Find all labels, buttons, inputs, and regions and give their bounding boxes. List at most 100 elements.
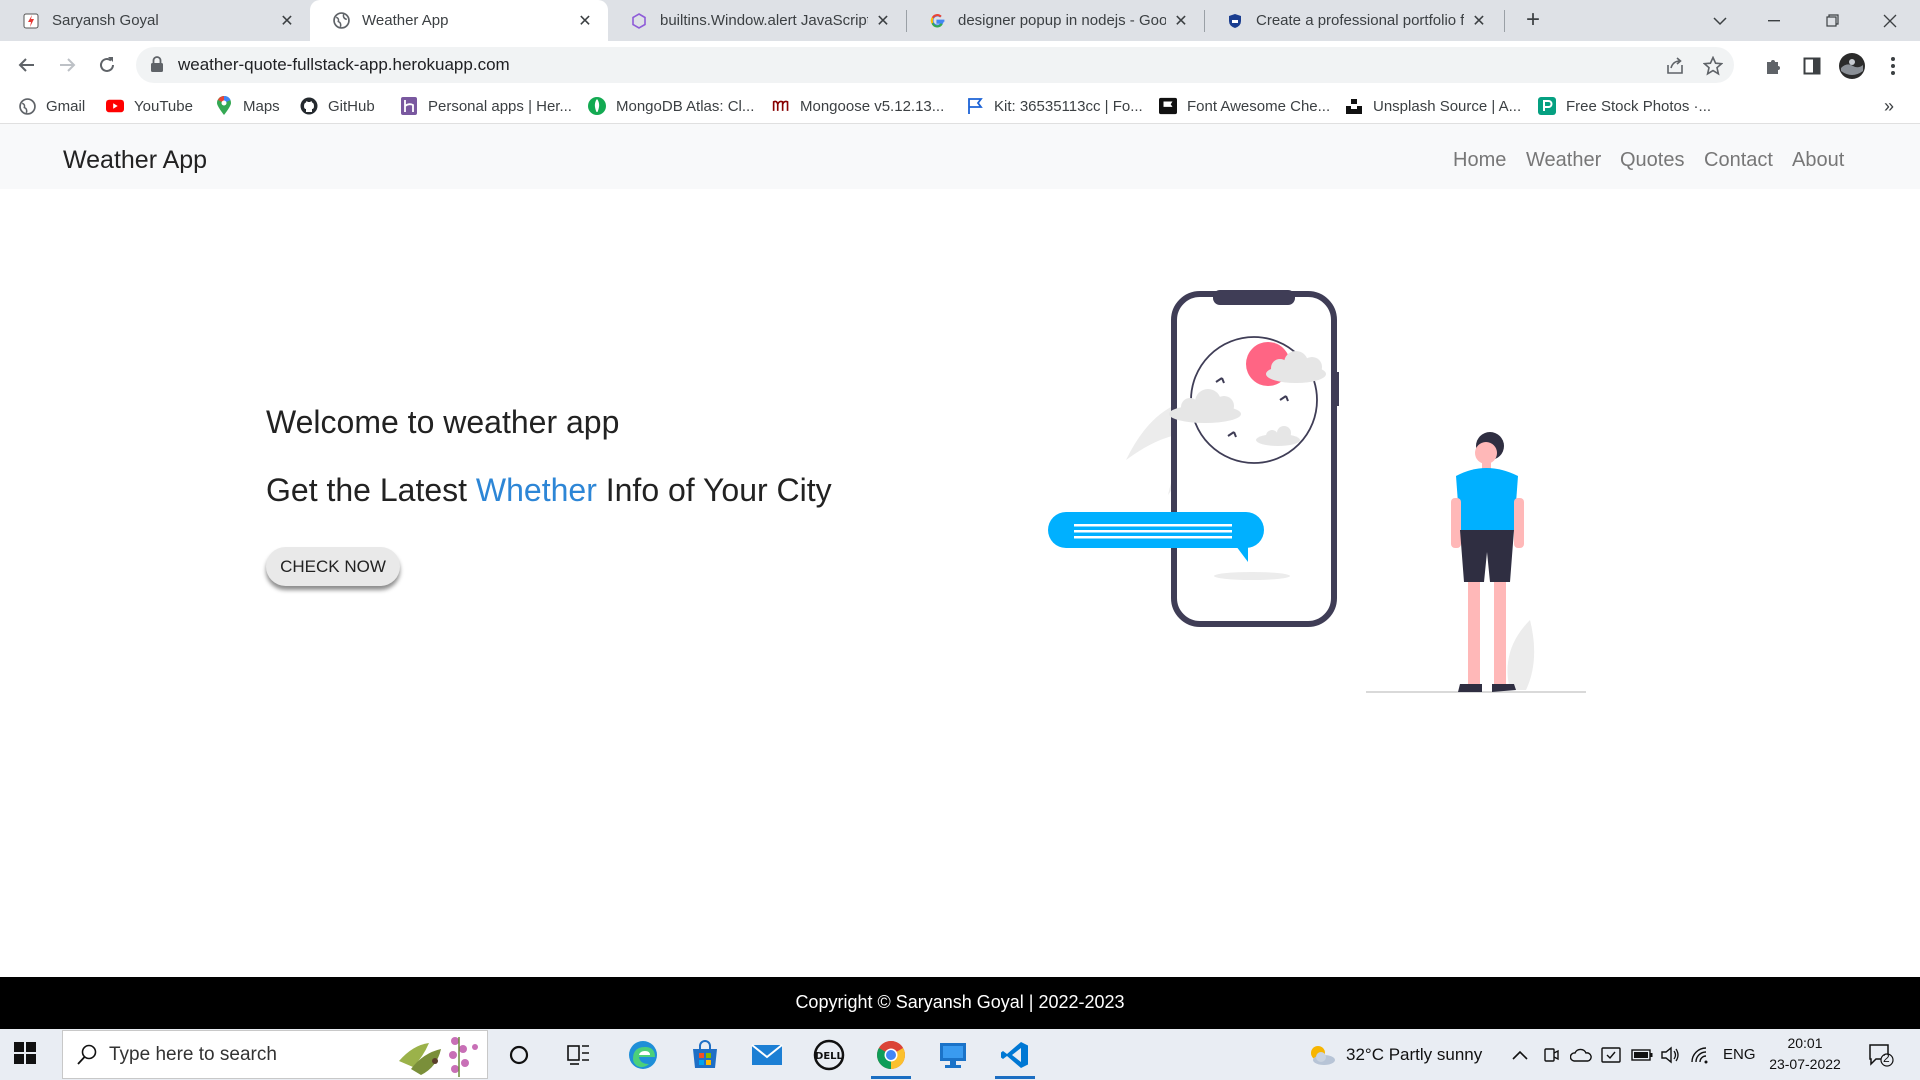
minimize-icon[interactable] xyxy=(1746,0,1802,41)
tab-title: designer popup in nodejs - Goog xyxy=(958,12,1166,29)
site-navbar: Weather App Home Weather Quotes Contact … xyxy=(0,124,1920,189)
share-icon[interactable] xyxy=(1664,55,1686,77)
bookmark-github[interactable]: GitHub xyxy=(300,89,375,123)
tab-weather-app[interactable]: Weather App ✕ xyxy=(310,0,608,41)
bookmark-pexels[interactable]: Free Stock Photos ·... xyxy=(1538,89,1711,123)
tray-chevron-up-icon[interactable] xyxy=(1512,1029,1528,1080)
tab-title: Saryansh Goyal xyxy=(52,12,159,29)
pexels-icon xyxy=(1538,97,1556,115)
search-highlight-image xyxy=(399,1037,478,1077)
bookmarks-overflow-icon[interactable]: » xyxy=(1884,89,1894,123)
tab-window-alert[interactable]: builtins.Window.alert JavaScript a ✕ xyxy=(608,0,906,41)
mail-icon[interactable] xyxy=(738,1029,796,1080)
flag-icon xyxy=(966,97,984,115)
windows-start-icon[interactable] xyxy=(14,1042,36,1069)
close-tab-icon[interactable]: ✕ xyxy=(874,11,892,31)
volume-icon[interactable] xyxy=(1660,1029,1680,1080)
close-tab-icon[interactable]: ✕ xyxy=(278,11,296,31)
weather-text: 32°C Partly sunny xyxy=(1346,1044,1483,1064)
bookmark-star-icon[interactable] xyxy=(1702,55,1724,77)
taskbar-search-box[interactable]: Type here to search xyxy=(62,1030,488,1079)
bookmark-mongoose[interactable]: Mongoose v5.12.13... xyxy=(772,89,944,123)
address-bar[interactable]: weather-quote-fullstack-app.herokuapp.co… xyxy=(136,47,1734,83)
notifications-icon[interactable]: 2 xyxy=(1868,1029,1894,1080)
back-icon[interactable] xyxy=(12,50,42,80)
bookmark-gmail[interactable]: Gmail xyxy=(18,89,85,123)
nav-link-contact[interactable]: Contact xyxy=(1704,124,1773,196)
mongoose-icon xyxy=(772,97,790,115)
wifi-icon[interactable] xyxy=(1690,1029,1710,1080)
vscode-icon[interactable] xyxy=(986,1029,1044,1080)
task-view-icon[interactable] xyxy=(550,1029,608,1080)
nav-link-weather[interactable]: Weather xyxy=(1526,124,1601,196)
hero-subtitle: Get the Latest Whether Info of Your City xyxy=(266,472,832,509)
cortana-icon[interactable] xyxy=(490,1029,548,1080)
onedrive-icon[interactable] xyxy=(1570,1029,1592,1080)
tab-saryansh-goyal[interactable]: Saryansh Goyal ✕ xyxy=(0,0,310,41)
lightning-favicon-icon xyxy=(22,12,40,30)
hexagon-favicon-icon xyxy=(630,12,648,30)
bookmark-label: Unsplash Source | A... xyxy=(1373,97,1522,115)
bookmark-label: Gmail xyxy=(46,97,86,115)
plant-decoration xyxy=(1507,620,1535,690)
tab-portfolio[interactable]: Create a professional portfolio fo ✕ xyxy=(1204,0,1502,41)
remote-desktop-icon[interactable] xyxy=(924,1029,982,1080)
partly-sunny-icon xyxy=(1311,1045,1335,1065)
clock-date: 23-07-2022 xyxy=(1769,1056,1841,1072)
lock-icon[interactable] xyxy=(150,56,164,78)
close-tab-icon[interactable]: ✕ xyxy=(576,11,594,31)
side-panel-icon[interactable] xyxy=(1799,53,1825,79)
chrome-icon[interactable] xyxy=(862,1029,920,1080)
edge-icon[interactable] xyxy=(614,1029,672,1080)
github-icon xyxy=(300,97,318,115)
bookmark-label: GitHub xyxy=(328,97,375,115)
restore-icon[interactable] xyxy=(1804,0,1860,41)
subtitle-highlight: Whether xyxy=(475,472,597,508)
forward-icon[interactable] xyxy=(52,50,82,80)
nav-link-quotes[interactable]: Quotes xyxy=(1620,124,1684,196)
mongodb-icon xyxy=(588,97,606,115)
bookmark-unsplash[interactable]: Unsplash Source | A... xyxy=(1345,89,1521,123)
close-tab-icon[interactable]: ✕ xyxy=(1172,11,1190,31)
extensions-puzzle-icon[interactable] xyxy=(1760,53,1786,79)
tab-strip: Saryansh Goyal ✕ Weather App ✕ builtins.… xyxy=(0,0,1920,41)
language-indicator[interactable]: ENG xyxy=(1723,1029,1756,1080)
tab-search-icon[interactable] xyxy=(1692,0,1748,41)
system-clock[interactable]: 20:01 23-07-2022 xyxy=(1762,1033,1848,1075)
battery-icon[interactable] xyxy=(1631,1029,1653,1080)
bookmark-label: MongoDB Atlas: Cl... xyxy=(616,97,755,115)
bookmark-label: Kit: 36535113cc | Fo... xyxy=(994,97,1143,115)
microsoft-store-icon[interactable] xyxy=(676,1029,734,1080)
tray-camera-icon[interactable] xyxy=(1542,1029,1560,1080)
tab-title: Create a professional portfolio fo xyxy=(1256,12,1464,29)
bookmark-label: Maps xyxy=(243,97,280,115)
bookmark-mongodb[interactable]: MongoDB Atlas: Cl... xyxy=(588,89,754,123)
nav-link-about[interactable]: About xyxy=(1792,124,1844,196)
windows-taskbar: Type here to search DELL 32°C Partly sun xyxy=(0,1029,1920,1080)
bookmark-maps[interactable]: Maps xyxy=(215,89,280,123)
heroku-icon xyxy=(400,97,418,115)
weather-widget[interactable]: 32°C Partly sunny xyxy=(1306,1029,1482,1080)
bookmark-heroku[interactable]: Personal apps | Her... xyxy=(400,89,572,123)
tab-title: Weather App xyxy=(362,12,449,29)
clock-time: 20:01 xyxy=(1787,1035,1823,1051)
bookmark-label: Free Stock Photos ·... xyxy=(1566,97,1712,115)
browser-menu-icon[interactable] xyxy=(1880,53,1906,79)
close-tab-icon[interactable]: ✕ xyxy=(1470,11,1488,31)
reload-icon[interactable] xyxy=(92,50,122,80)
bookmark-font-awesome-cheatsheet[interactable]: Font Awesome Che... xyxy=(1159,89,1330,123)
bookmark-font-awesome-kit[interactable]: Kit: 36535113cc | Fo... xyxy=(966,89,1143,123)
dell-icon[interactable]: DELL xyxy=(800,1029,858,1080)
navbar-brand[interactable]: Weather App xyxy=(63,124,207,196)
new-tab-button[interactable]: + xyxy=(1518,6,1548,36)
tab-title: builtins.Window.alert JavaScript a xyxy=(660,12,868,29)
gmail-icon xyxy=(18,97,36,115)
profile-avatar[interactable] xyxy=(1839,53,1865,79)
bookmark-label: Personal apps | Her... xyxy=(428,97,572,115)
close-window-icon[interactable] xyxy=(1862,0,1918,41)
bookmark-youtube[interactable]: YouTube xyxy=(106,89,193,123)
meet-now-icon[interactable] xyxy=(1601,1029,1621,1080)
nav-link-home[interactable]: Home xyxy=(1453,124,1506,196)
check-now-button[interactable]: CHECK NOW xyxy=(266,547,400,586)
tab-google-search[interactable]: designer popup in nodejs - Goog ✕ xyxy=(906,0,1204,41)
